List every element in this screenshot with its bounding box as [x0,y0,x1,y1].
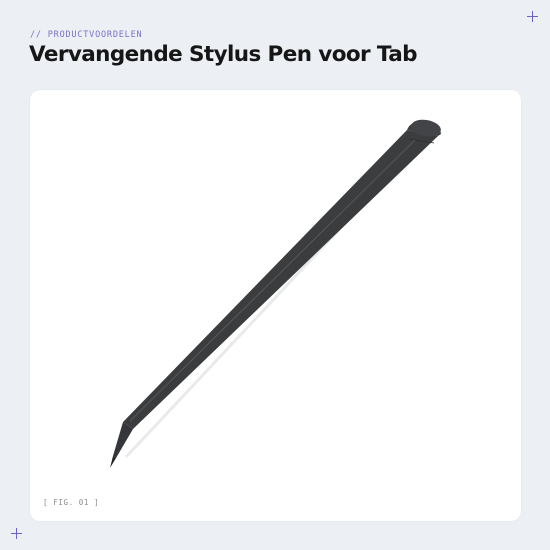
page-title: Vervangende Stylus Pen voor Tab [29,42,418,67]
section-eyebrow: // PRODUCTVOORDELEN [30,30,143,40]
figure-label: [ FIG. 01 ] [43,498,100,507]
corner-plus-icon [527,11,538,22]
stylus-pen-image [110,119,441,468]
product-image-card: [ FIG. 01 ] [30,90,521,521]
corner-plus-icon [11,528,22,539]
